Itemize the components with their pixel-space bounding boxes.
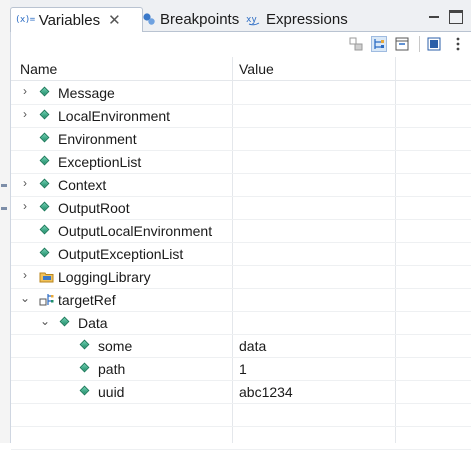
expressions-icon: xy [246, 12, 262, 26]
expand-chevron-icon[interactable]: › [19, 107, 31, 121]
tree-row[interactable]: OutputExceptionList [11, 242, 471, 266]
variable-name: Message [58, 85, 115, 101]
variable-icon [39, 201, 51, 213]
variable-name: LocalEnvironment [58, 108, 171, 124]
variable-icon [39, 86, 51, 98]
variable-icon [59, 316, 71, 328]
variable-name: Data [78, 315, 108, 331]
variable-name: OutputExceptionList [58, 246, 184, 262]
close-icon[interactable]: ✕ [108, 11, 121, 29]
maximize-icon[interactable] [449, 10, 463, 24]
tab-variables[interactable]: (x)= Variables ✕ [10, 7, 143, 32]
variable-value: 1 [239, 361, 247, 377]
tree-row[interactable] [11, 426, 471, 450]
tree-row[interactable]: › OutputRoot [11, 196, 471, 220]
tab-expressions[interactable]: xy Expressions [242, 7, 348, 31]
column-header-value[interactable]: Value [239, 61, 274, 77]
variable-name: Context [58, 177, 107, 193]
tree-row[interactable]: › LocalEnvironment [11, 104, 471, 128]
expand-chevron-icon[interactable]: › [19, 176, 31, 190]
window-controls [427, 10, 463, 24]
expand-chevron-icon[interactable]: › [19, 199, 31, 213]
tree-row[interactable]: path 1 [11, 357, 471, 381]
column-header-name[interactable]: Name [20, 61, 57, 77]
variable-icon [79, 339, 91, 351]
variable-icon [39, 155, 51, 167]
tree-row[interactable]: ⌄ Data [11, 311, 471, 335]
show-type-names-icon[interactable] [348, 36, 364, 52]
variable-icon [79, 362, 91, 374]
view-tab-bar: (x)= Variables ✕ Breakpoints xy Expressi… [10, 0, 471, 32]
collapse-chevron-icon[interactable]: ⌄ [19, 291, 31, 305]
tree-row[interactable]: ExceptionList [11, 150, 471, 174]
tree-row[interactable]: Environment [11, 127, 471, 151]
library-folder-icon [39, 270, 55, 283]
variable-name: OutputLocalEnvironment [58, 223, 213, 239]
tree-row[interactable]: ⌄ targetRef [11, 288, 471, 312]
variable-name: some [98, 338, 133, 354]
toolbar-separator [419, 36, 420, 52]
variable-value: data [239, 338, 267, 354]
variable-icon [79, 385, 91, 397]
tree-row[interactable]: OutputLocalEnvironment [11, 219, 471, 243]
edge-marker [1, 207, 7, 210]
variables-tree-table: Name Value › Message › LocalEnvironment Envi… [11, 57, 471, 450]
reference-icon [39, 293, 55, 306]
view-toolbar [11, 32, 471, 56]
left-panel-edge [0, 0, 11, 443]
view-menu-icon[interactable] [450, 36, 466, 52]
view-layout-icon[interactable] [426, 36, 442, 52]
tree-row[interactable]: some data [11, 334, 471, 358]
tab-expressions-label: Expressions [266, 10, 348, 28]
tree-row[interactable]: uuid abc1234 [11, 380, 471, 404]
variable-name: targetRef [58, 292, 116, 308]
variable-name: uuid [98, 384, 125, 400]
tree-row[interactable]: › Message [11, 81, 471, 105]
variable-icon [39, 224, 51, 236]
variable-icon [39, 109, 51, 121]
variable-name: OutputRoot [58, 200, 130, 216]
collapse-all-icon[interactable] [394, 36, 410, 52]
breakpoints-icon [142, 12, 156, 26]
variable-name: ExceptionList [58, 154, 142, 170]
variable-icon [39, 178, 51, 190]
expand-chevron-icon[interactable]: › [19, 84, 31, 98]
variable-name: Environment [58, 131, 137, 147]
svg-text:xy: xy [246, 15, 257, 25]
tab-breakpoints-label: Breakpoints [160, 10, 240, 28]
expand-chevron-icon[interactable]: › [19, 268, 31, 282]
variables-icon: (x)= [15, 15, 35, 25]
variable-name: path [98, 361, 126, 377]
table-header: Name Value [11, 57, 471, 81]
tab-breakpoints[interactable]: Breakpoints [138, 7, 239, 31]
variable-icon [39, 132, 51, 144]
show-logical-structure-icon[interactable] [371, 36, 387, 52]
tab-variables-label: Variables [38, 11, 101, 29]
tree-row[interactable] [11, 403, 471, 427]
edge-marker [1, 184, 7, 187]
minimize-icon[interactable] [427, 10, 441, 24]
tree-row[interactable]: › Context [11, 173, 471, 197]
variable-icon [39, 247, 51, 259]
variable-value: abc1234 [239, 384, 293, 400]
collapse-chevron-icon[interactable]: ⌄ [39, 314, 51, 328]
tree-row[interactable]: › LoggingLibrary [11, 265, 471, 289]
variable-name: LoggingLibrary [58, 269, 151, 285]
